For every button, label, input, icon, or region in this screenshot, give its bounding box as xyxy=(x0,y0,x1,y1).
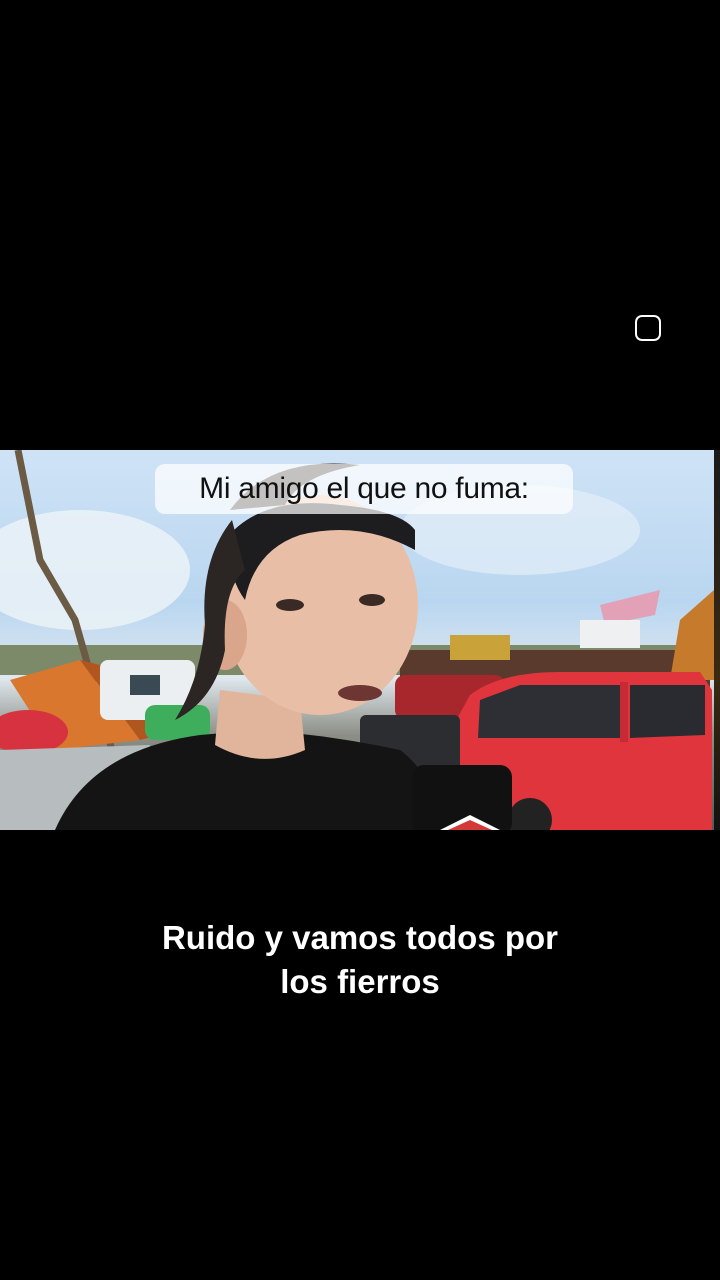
video-edge xyxy=(714,450,720,830)
subtitle-line-1: Ruido y vamos todos por xyxy=(161,919,559,956)
subtitle-line-2: los fierros xyxy=(280,963,440,1000)
microphone-icon xyxy=(412,765,512,830)
subtitle-text: Ruido y vamos todos por los fierros xyxy=(60,916,660,1004)
overlay-caption: Mi amigo el que no fuma: xyxy=(155,464,573,514)
square-outline-icon[interactable] xyxy=(635,315,661,341)
